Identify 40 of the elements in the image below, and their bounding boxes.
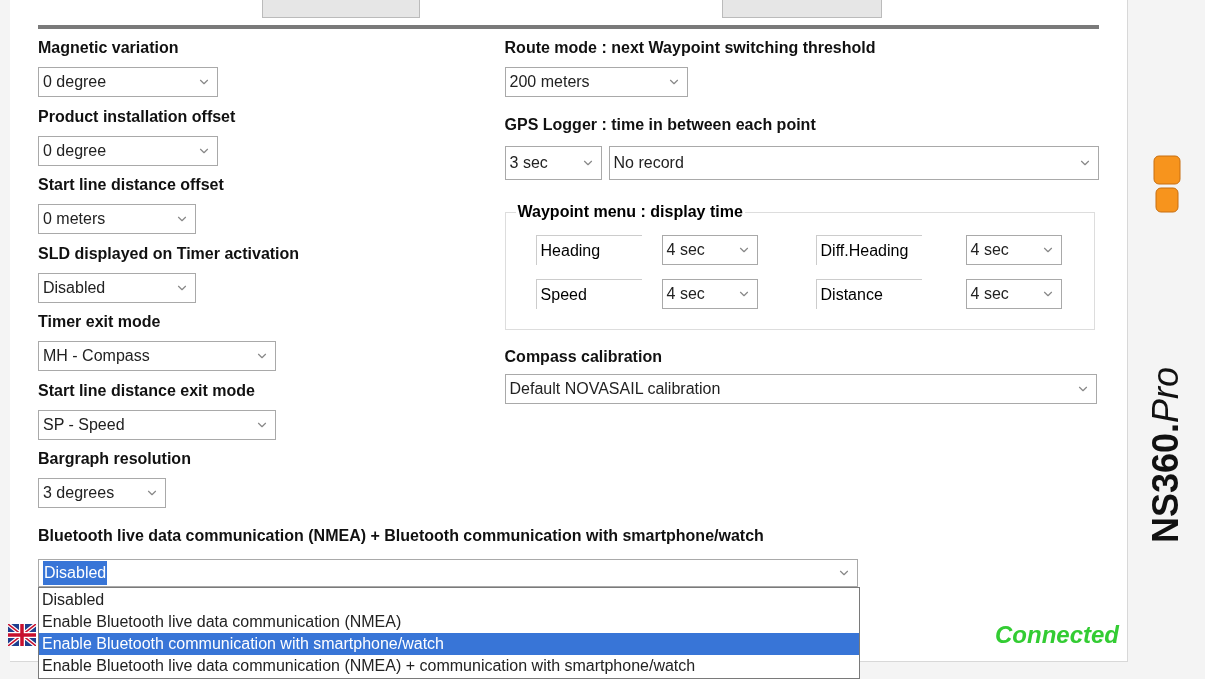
setting-label: SLD displayed on Timer activation	[38, 243, 301, 264]
setting-label: Compass calibration	[504, 347, 663, 367]
setting-label: Start line distance offset	[38, 175, 225, 195]
dropdown[interactable]: No record	[608, 146, 1099, 180]
setting-label: Product installation offset	[38, 106, 237, 127]
field-caption: Diff.Heading	[815, 235, 922, 265]
dropdown[interactable]: 0 degree	[38, 135, 218, 166]
dropdown[interactable]: 4 sec	[661, 235, 758, 265]
setting-label: Magnetic variation	[38, 38, 180, 58]
dropdown[interactable]: MH - Compass	[38, 341, 276, 371]
dropdown[interactable]: 0 meters	[38, 204, 196, 234]
setting-label: GPS Logger : time in between each point	[504, 115, 817, 135]
bluetooth-dropdown[interactable]: Disabled	[38, 558, 858, 587]
dropdown[interactable]: Disabled	[38, 272, 196, 303]
dropdown-option[interactable]: Enable Bluetooth communication with smartphone/watch	[39, 633, 859, 655]
dropdown[interactable]: 0 degree	[38, 67, 218, 97]
dropdown[interactable]: 3 degrees	[38, 478, 166, 508]
logo-icon	[1151, 155, 1182, 215]
dropdown[interactable]: SP - Speed	[38, 409, 276, 440]
field-caption: Speed	[535, 279, 642, 309]
dropdown[interactable]: 4 sec	[965, 279, 1062, 309]
dropdown-option[interactable]: Enable Bluetooth live data communication (NMEA)	[39, 611, 859, 633]
connection-status: Connected	[995, 620, 1119, 650]
field-caption: Heading	[535, 235, 642, 265]
dropdown[interactable]: 200 meters	[504, 67, 688, 97]
dropdown[interactable]: 4 sec	[661, 279, 758, 309]
setting-label: Timer exit mode	[38, 312, 162, 332]
dropdown-option[interactable]: Disabled	[39, 589, 859, 611]
dropdown[interactable]: 4 sec	[965, 235, 1062, 265]
dropdown[interactable]: 3 sec	[504, 146, 602, 180]
button-edge[interactable]	[722, 0, 882, 18]
dropdown-option[interactable]: Enable Bluetooth live data communication (NMEA) + communication with smartphone/watch	[39, 655, 859, 677]
button-edge[interactable]	[262, 0, 420, 18]
setting-label: Start line distance exit mode	[38, 380, 256, 401]
field-caption: Distance	[815, 279, 922, 309]
setting-label: Bluetooth live data communication (NMEA) + Bluetooth communication with smartphone/watch	[38, 525, 765, 546]
setting-label: Route mode : next Waypoint switching threshold	[504, 38, 877, 58]
dropdown[interactable]: Default NOVASAIL calibration	[504, 374, 1097, 404]
brand-logo: NS360.Pro	[1144, 366, 1188, 544]
setting-label: Bargraph resolution	[38, 449, 192, 469]
